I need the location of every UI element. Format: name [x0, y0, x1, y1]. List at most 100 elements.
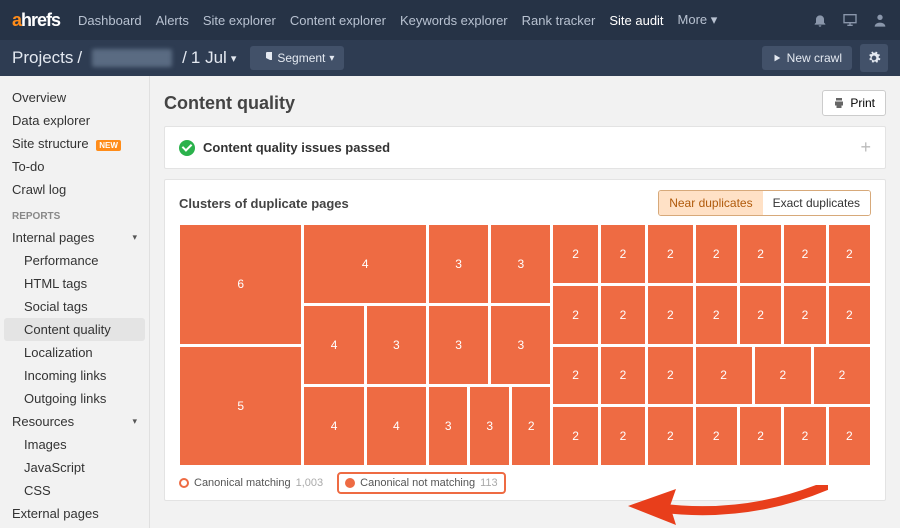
date-link[interactable]: 1 Jul [191, 48, 227, 68]
treemap-cell[interactable]: 4 [303, 386, 364, 466]
bell-icon[interactable] [812, 12, 828, 28]
check-icon [179, 140, 195, 156]
clusters-header: Clusters of duplicate pages Near duplica… [179, 190, 871, 216]
treemap-cell[interactable]: 4 [303, 305, 364, 385]
toggle-exact-duplicates[interactable]: Exact duplicates [763, 191, 870, 215]
annotation-arrow-icon [628, 485, 828, 527]
treemap-cell[interactable]: 2 [754, 346, 812, 406]
sidebar-item-content-quality[interactable]: Content quality [4, 318, 145, 341]
treemap-cell[interactable]: 4 [303, 224, 426, 304]
sidebar-item-images[interactable]: Images [0, 433, 149, 456]
print-button[interactable]: Print [822, 90, 886, 116]
treemap-cell[interactable]: 2 [511, 386, 552, 466]
chevron-down-icon: ▾ [132, 416, 137, 427]
sidebar-item-localization[interactable]: Localization [0, 341, 149, 364]
treemap-cell[interactable]: 3 [428, 305, 489, 385]
sidebar-item-overview[interactable]: Overview [0, 86, 149, 109]
issues-passed-label: Content quality issues passed [203, 140, 390, 155]
sidebar-item-data-explorer[interactable]: Data explorer [0, 109, 149, 132]
treemap-cell[interactable]: 2 [552, 346, 598, 406]
sidebar-item-crawl-log[interactable]: Crawl log [0, 178, 149, 201]
treemap-cell[interactable]: 2 [600, 406, 646, 466]
play-icon [772, 53, 782, 63]
treemap-cell[interactable]: 3 [469, 386, 510, 466]
gear-icon [867, 51, 881, 65]
nav-keywords-explorer[interactable]: Keywords explorer [400, 13, 508, 28]
logo[interactable]: ahrefs [12, 10, 60, 31]
treemap-cell[interactable]: 6 [179, 224, 302, 345]
treemap-cell[interactable]: 2 [600, 224, 646, 284]
treemap-cell[interactable]: 2 [695, 346, 753, 406]
segment-button[interactable]: Segment ▾ [250, 46, 344, 70]
nav-alerts[interactable]: Alerts [156, 13, 189, 28]
treemap-cell[interactable]: 2 [739, 406, 782, 466]
treemap-cell[interactable]: 2 [783, 406, 826, 466]
nav-more[interactable]: More ▾ [678, 12, 718, 28]
treemap-cell[interactable]: 2 [828, 224, 871, 284]
treemap-cell[interactable]: 2 [828, 406, 871, 466]
nav-site-audit[interactable]: Site audit [609, 13, 663, 28]
sidebar-item-incoming-links[interactable]: Incoming links [0, 364, 149, 387]
sidebar-item-resources[interactable]: Resources▾ [0, 410, 149, 433]
page-title: Content quality [164, 93, 295, 114]
nav-content-explorer[interactable]: Content explorer [290, 13, 386, 28]
sidebar-item-site-structure[interactable]: Site structure NEW [0, 132, 149, 155]
clusters-panel: Clusters of duplicate pages Near duplica… [164, 179, 886, 501]
treemap-cell[interactable]: 2 [783, 285, 826, 345]
top-nav: ahrefs Dashboard Alerts Site explorer Co… [0, 0, 900, 40]
chevron-down-icon: ▾ [329, 53, 334, 64]
nav-site-explorer[interactable]: Site explorer [203, 13, 276, 28]
nav-dashboard[interactable]: Dashboard [78, 13, 142, 28]
sidebar-item-javascript[interactable]: JavaScript [0, 456, 149, 479]
sidebar-item-html-tags[interactable]: HTML tags [0, 272, 149, 295]
sidebar-item-outgoing-links[interactable]: Outgoing links [0, 387, 149, 410]
treemap-cell[interactable]: 3 [428, 386, 469, 466]
treemap-cell[interactable]: 5 [179, 346, 302, 467]
treemap-cell[interactable]: 2 [695, 406, 738, 466]
legend-canonical-not-matching[interactable]: Canonical not matching 113 [337, 472, 506, 494]
sidebar-item-social-tags[interactable]: Social tags [0, 295, 149, 318]
treemap-cell[interactable]: 4 [366, 386, 427, 466]
treemap-cell[interactable]: 3 [428, 224, 489, 304]
treemap-cell[interactable]: 2 [647, 406, 693, 466]
treemap-cell[interactable]: 3 [490, 305, 551, 385]
sidebar-item-internal-pages[interactable]: Internal pages▾ [0, 226, 149, 249]
projects-link[interactable]: Projects [12, 48, 73, 68]
treemap-cell[interactable]: 2 [695, 285, 738, 345]
sidebar: Overview Data explorer Site structure NE… [0, 76, 150, 528]
user-icon[interactable] [872, 12, 888, 28]
treemap-cell[interactable]: 2 [552, 224, 598, 284]
treemap-cell[interactable]: 2 [647, 224, 693, 284]
treemap-cell[interactable]: 2 [600, 285, 646, 345]
treemap-cell[interactable]: 3 [490, 224, 551, 304]
nav-rank-tracker[interactable]: Rank tracker [522, 13, 596, 28]
treemap-cell[interactable]: 2 [783, 224, 826, 284]
treemap-chart[interactable]: 6544344333333222222222222222222222222222… [179, 224, 871, 466]
legend-canonical-matching[interactable]: Canonical matching 1,003 [179, 477, 323, 489]
toggle-near-duplicates[interactable]: Near duplicates [659, 191, 762, 215]
project-name-blurred[interactable] [92, 49, 172, 67]
sidebar-item-css[interactable]: CSS [0, 479, 149, 502]
treemap-cell[interactable]: 2 [739, 224, 782, 284]
sidebar-item-external-pages[interactable]: External pages [0, 502, 149, 525]
logo-rest: hrefs [21, 10, 60, 30]
treemap-cell[interactable]: 2 [552, 406, 598, 466]
swatch-fill-icon [345, 478, 355, 488]
treemap-cell[interactable]: 2 [600, 346, 646, 406]
sidebar-item-performance[interactable]: Performance [0, 249, 149, 272]
breadcrumb: Projects / / 1 Jul ▾ [12, 48, 236, 68]
treemap-cell[interactable]: 2 [647, 285, 693, 345]
treemap-cell[interactable]: 2 [695, 224, 738, 284]
treemap-cell[interactable]: 2 [647, 346, 693, 406]
settings-button[interactable] [860, 44, 888, 72]
expand-button[interactable]: + [860, 137, 871, 158]
treemap-cell[interactable]: 2 [552, 285, 598, 345]
monitor-icon[interactable] [842, 12, 858, 28]
treemap-cell[interactable]: 2 [739, 285, 782, 345]
treemap-cell[interactable]: 2 [813, 346, 871, 406]
new-crawl-button[interactable]: New crawl [762, 46, 852, 70]
sidebar-item-todo[interactable]: To-do [0, 155, 149, 178]
treemap-cell[interactable]: 2 [828, 285, 871, 345]
new-badge: NEW [96, 140, 121, 151]
treemap-cell[interactable]: 3 [366, 305, 427, 385]
